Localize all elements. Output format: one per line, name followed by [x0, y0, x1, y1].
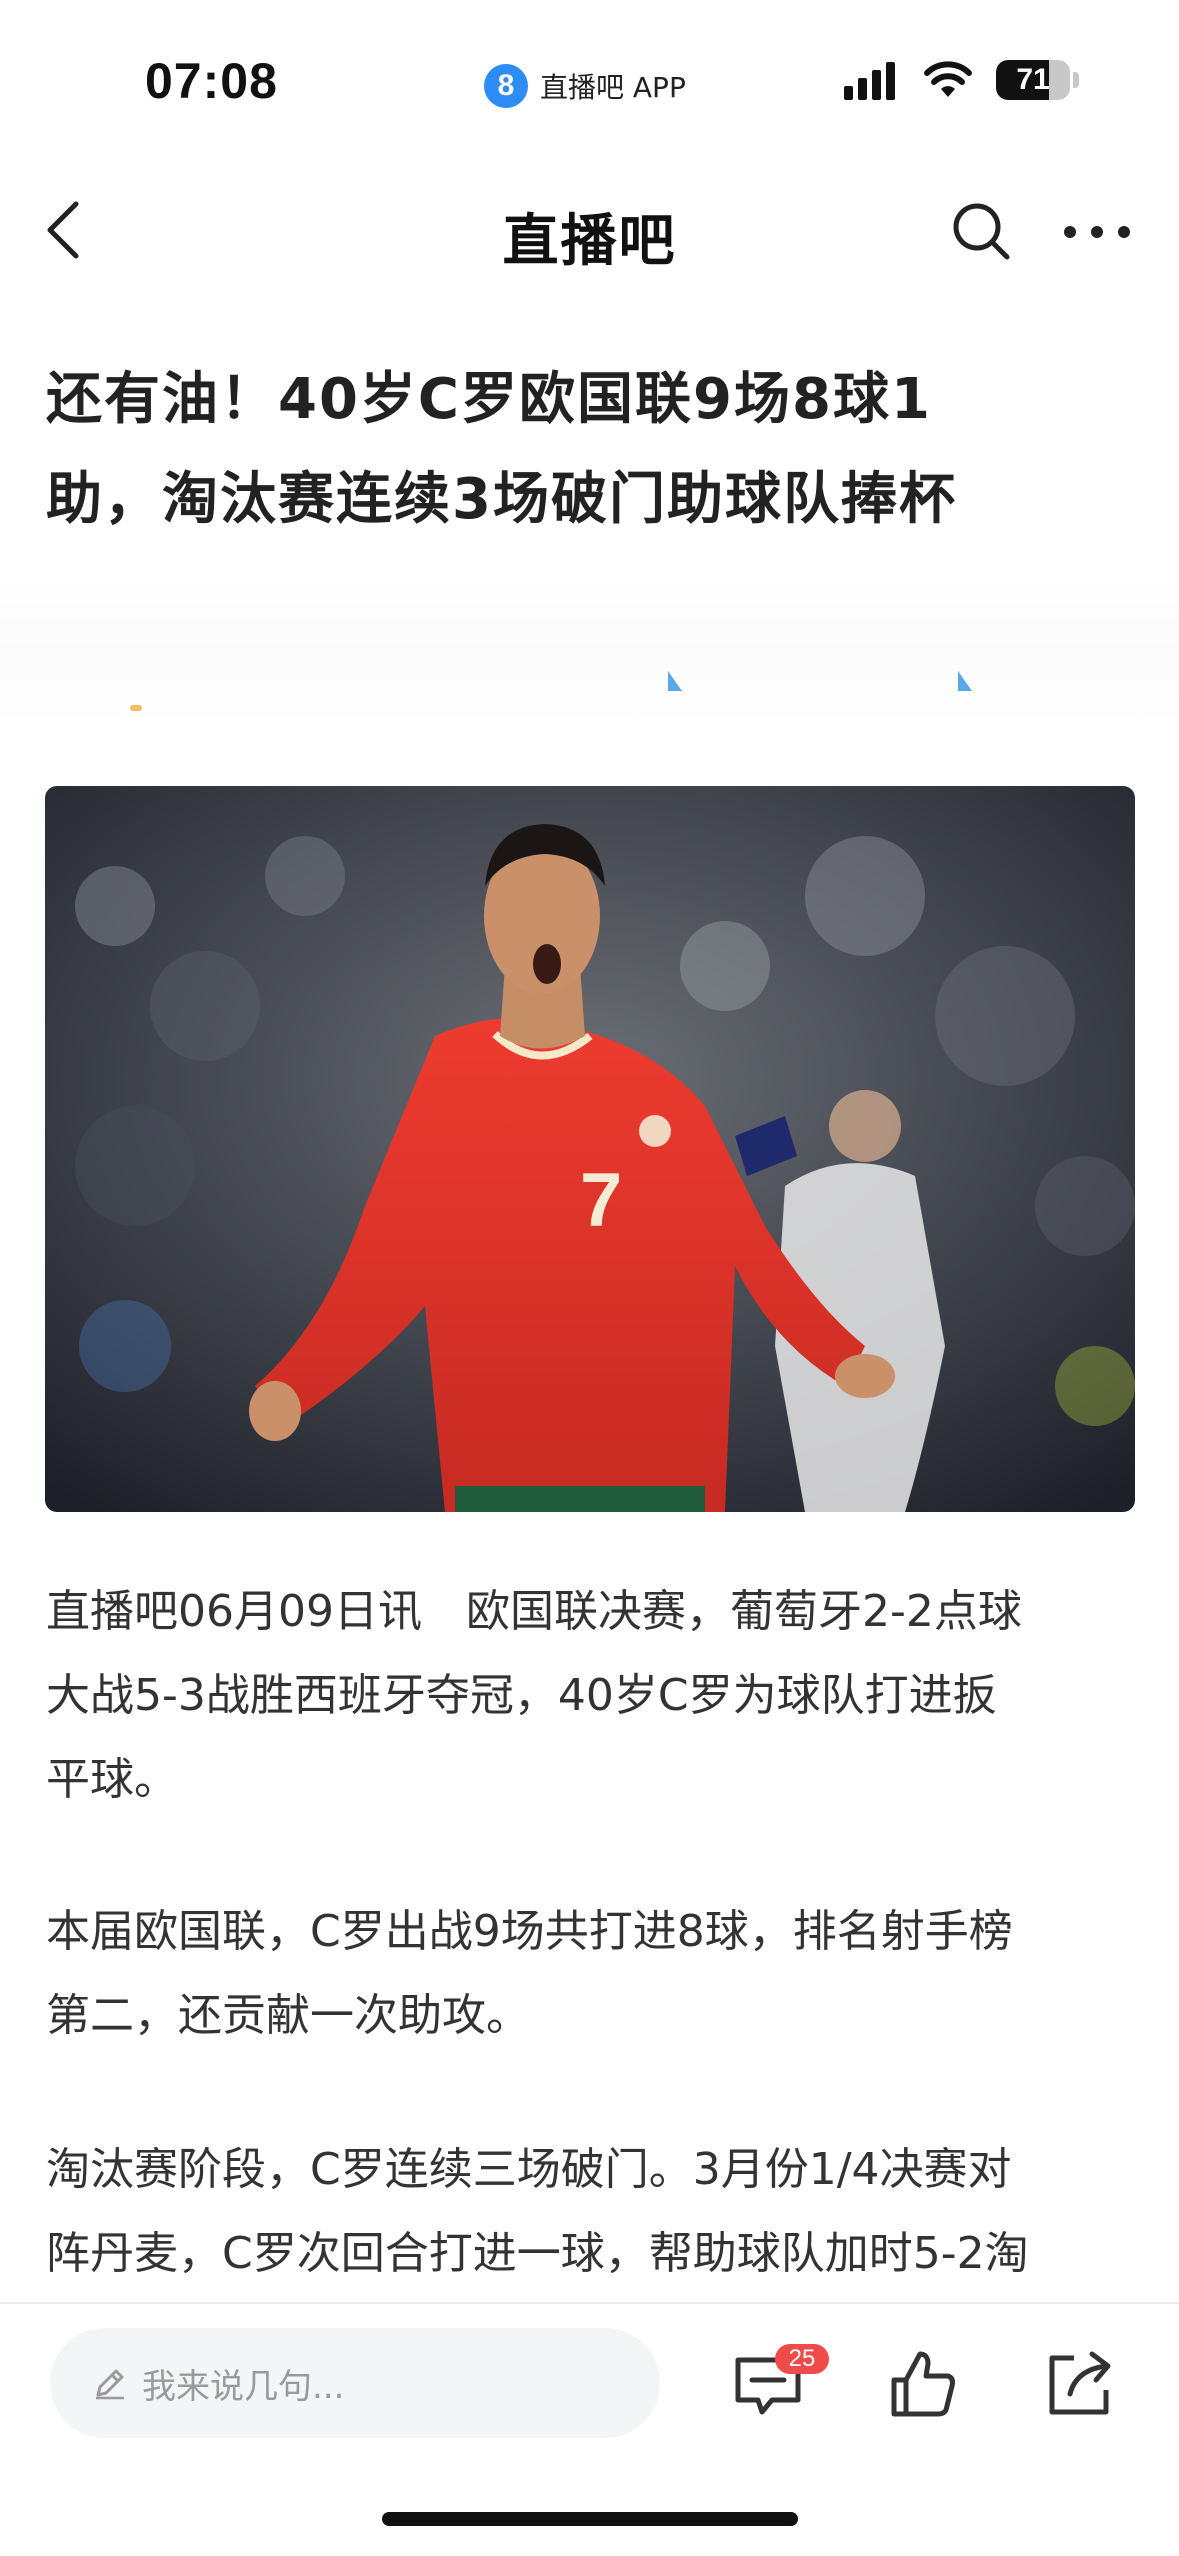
article-paragraph: 淘汰赛阶段，C罗连续三场破门。3月份1/4决赛对 阵丹麦，C罗次回合打进一球，帮… [46, 2128, 1136, 2296]
status-app-indicator[interactable]: 8 直播吧 APP [484, 64, 686, 108]
comment-count-badge: 25 [775, 2344, 829, 2374]
paragraph-line: 大战5-3战胜西班牙夺冠，40岁C罗为球队打进扳 [46, 1670, 997, 1721]
ad-dot [130, 705, 142, 711]
status-app-name: 直播吧 APP [540, 71, 686, 104]
article-title-line: 还有油！40岁C罗欧国联9场8球1 [46, 367, 932, 432]
app-logo-icon: 8 [484, 64, 528, 108]
nav-bar: 直播吧 [0, 170, 1179, 290]
status-indicators: 71 [844, 60, 1079, 100]
battery-icon: 71 [996, 60, 1070, 100]
comment-input[interactable]: 我来说几句... [50, 2328, 660, 2438]
player-photo: 7 [45, 786, 1135, 1512]
ad-marker-icon [958, 671, 972, 691]
like-icon[interactable] [882, 2344, 962, 2424]
jersey-number: 7 [580, 1158, 622, 1243]
paragraph-line: 直播吧06月09日讯 欧国联决赛，葡萄牙2-2点球 [46, 1586, 1022, 1637]
article-hero-image[interactable]: 7 [45, 786, 1135, 1512]
ad-marker-icon [668, 671, 682, 691]
pencil-icon [96, 2369, 124, 2400]
article-paragraph: 本届欧国联，C罗出战9场共打进8球，排名射手榜 第二，还贡献一次助攻。 [46, 1890, 1136, 2058]
signal-icon [844, 60, 900, 100]
paragraph-line: 平球。 [46, 1754, 178, 1805]
more-icon[interactable] [1062, 220, 1132, 244]
paragraph-line: 本届欧国联，C罗出战9场共打进8球，排名射手榜 [46, 1906, 1013, 1957]
article-title: 还有油！40岁C罗欧国联9场8球1 助，淘汰赛连续3场破门助球队捧杯 [46, 350, 1136, 550]
comment-placeholder: 我来说几句... [142, 2366, 345, 2407]
wifi-icon [924, 61, 972, 97]
ad-banner[interactable] [0, 575, 1179, 725]
battery-level: 71 [1016, 63, 1050, 96]
paragraph-line: 淘汰赛阶段，C罗连续三场破门。3月份1/4决赛对 [46, 2144, 1012, 2195]
search-icon[interactable] [950, 200, 1012, 262]
home-indicator[interactable] [382, 2512, 798, 2526]
article-title-line: 助，淘汰赛连续3场破门助球队捧杯 [46, 467, 957, 532]
status-time: 07:08 [145, 53, 278, 109]
status-bar: 07:08 8 直播吧 APP 71 [0, 0, 1179, 170]
battery-cap [1073, 72, 1079, 88]
share-icon[interactable] [1040, 2344, 1120, 2424]
paragraph-line: 阵丹麦，C罗次回合打进一球，帮助球队加时5-2淘 [46, 2228, 1029, 2279]
article-paragraph: 直播吧06月09日讯 欧国联决赛，葡萄牙2-2点球 大战5-3战胜西班牙夺冠，4… [46, 1570, 1136, 1822]
paragraph-line: 第二，还贡献一次助攻。 [46, 1990, 530, 2041]
